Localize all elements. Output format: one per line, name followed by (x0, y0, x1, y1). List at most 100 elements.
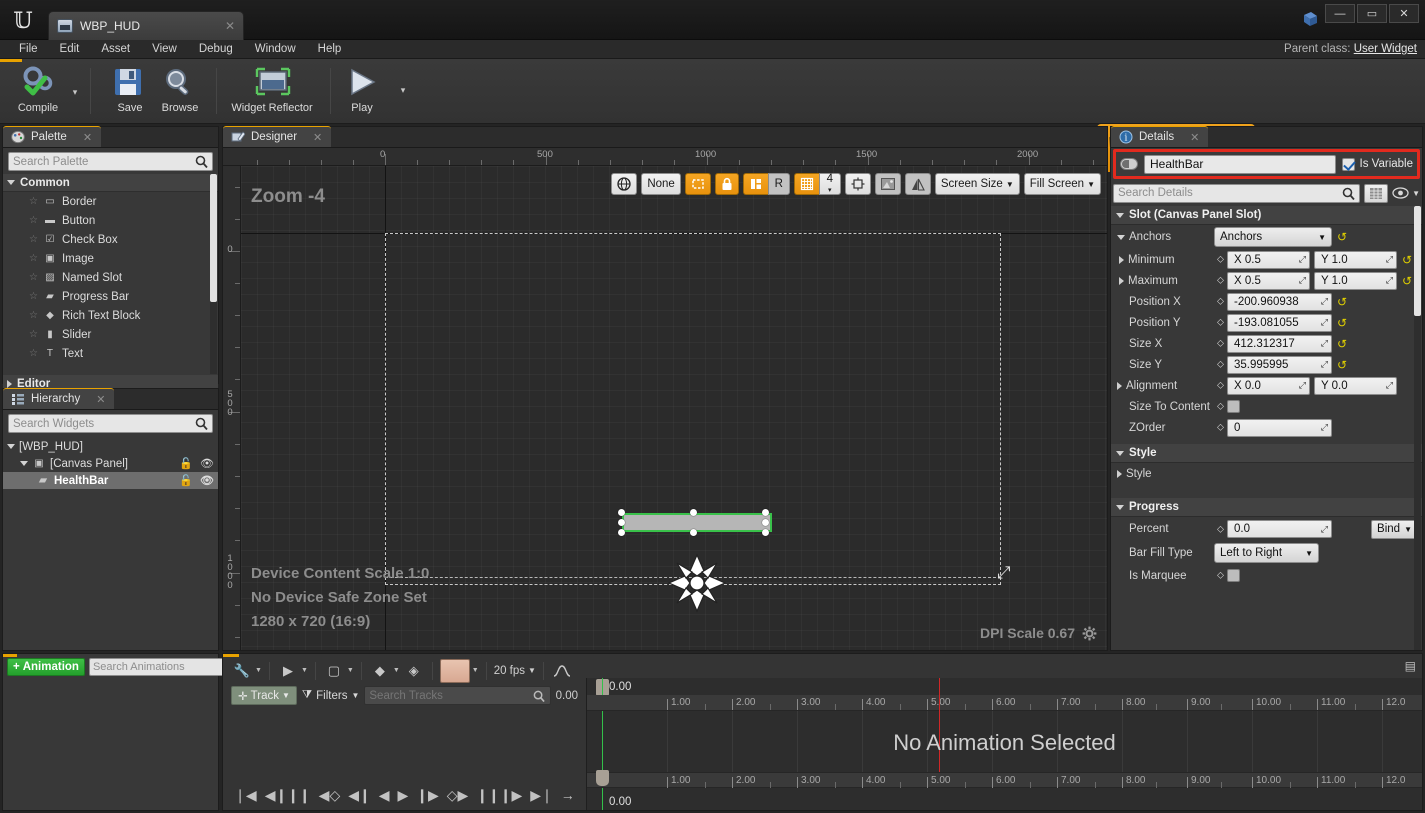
percent-field[interactable]: 0.0 ⤢ (1227, 520, 1332, 538)
parent-class-value[interactable]: User Widget (1354, 43, 1417, 55)
category-progress[interactable]: Progress (1111, 498, 1422, 517)
outline-toggle-icon[interactable] (684, 173, 711, 195)
chevron-down-icon[interactable]: ▼ (472, 667, 479, 674)
unlock-icon[interactable]: 🔓 (179, 474, 193, 487)
menu-debug[interactable]: Debug (188, 40, 244, 59)
position-x-field[interactable]: -200.960938 ⤢ (1227, 292, 1332, 311)
revert-icon[interactable]: ↺ (1336, 337, 1348, 351)
chevron-down-icon[interactable] (7, 444, 15, 449)
menu-view[interactable]: View (141, 40, 188, 59)
resize-icon[interactable] (742, 173, 768, 195)
globe-icon[interactable] (611, 173, 638, 195)
design-canvas[interactable]: Zoom -4 Device Content Scale 1:0 No Devi… (241, 166, 1107, 650)
fill-screen-dropdown[interactable]: Fill Screen ▼ (1023, 173, 1101, 195)
bar-fill-type-dropdown[interactable]: Left to Right ▼ (1214, 543, 1319, 563)
search-input[interactable] (13, 155, 195, 168)
palette-item-text[interactable]: ☆ T Text (3, 344, 218, 363)
favorite-star-icon[interactable]: ☆ (29, 215, 38, 226)
size-to-content-checkbox[interactable] (1227, 400, 1240, 413)
palette-scrollbar[interactable] (210, 174, 217, 374)
minimize-button[interactable]: — (1325, 4, 1355, 23)
is-marquee-checkbox[interactable] (1227, 569, 1240, 582)
size-x-field[interactable]: 412.312317 ⤢ (1227, 334, 1332, 353)
chevron-down-icon[interactable]: ▼ (301, 667, 308, 674)
close-icon[interactable]: ✕ (83, 131, 92, 144)
palette-item-progress-bar[interactable]: ☆ ▰ Progress Bar (3, 287, 218, 306)
chevron-down-icon[interactable]: ▼ (255, 667, 262, 674)
compile-dropdown-icon[interactable]: ▾ (68, 87, 82, 101)
search-input[interactable] (369, 689, 533, 702)
compile-button[interactable]: Compile (8, 62, 68, 120)
chevron-down-icon[interactable]: ▼ (393, 667, 400, 674)
spinner-icon[interactable]: ⤢ (1299, 380, 1306, 391)
is-variable-checkbox[interactable] (1341, 157, 1355, 171)
next-key-icon[interactable]: ◇▶ (447, 787, 469, 804)
spinner-icon[interactable]: ⤢ (1321, 338, 1328, 349)
maximize-button[interactable]: ▭ (1357, 4, 1387, 23)
palette-item-named-slot[interactable]: ☆ ▨ Named Slot (3, 268, 218, 287)
step-forward-frames-icon[interactable]: ❙❙❙▶ (476, 787, 522, 804)
revert-icon[interactable]: ↺ (1336, 358, 1348, 372)
spinner-icon[interactable]: ⤢ (1321, 359, 1328, 370)
asset-tab-wbp-hud[interactable]: WBP_HUD ✕ (48, 11, 244, 40)
resize-handle-tr[interactable] (762, 509, 769, 516)
spinner-icon[interactable]: ⤢ (1299, 275, 1306, 286)
wrench-icon[interactable]: 🔧 (231, 660, 253, 682)
details-visibility-dropdown[interactable]: ▼ (1392, 187, 1420, 199)
close-icon[interactable]: ✕ (1190, 131, 1199, 144)
playback-end-marker[interactable] (939, 678, 940, 772)
add-animation-button[interactable]: + Animation (7, 658, 85, 676)
details-search[interactable] (1113, 183, 1361, 203)
revert-icon[interactable]: ↺ (1401, 274, 1413, 288)
details-view-options-button[interactable] (1364, 183, 1389, 203)
resize-handle-tc[interactable] (690, 509, 697, 516)
grid-size-dropdown[interactable]: 4 ▾ (818, 173, 841, 195)
filters-button[interactable]: ⧩ Filters ▼ (302, 689, 360, 702)
revert-icon[interactable]: ↺ (1336, 295, 1348, 309)
rotate-toggle[interactable]: R (767, 173, 790, 195)
palette-item-check-box[interactable]: ☆ ☑ Check Box (3, 230, 218, 249)
palette-item-rich-text-block[interactable]: ☆ ◆ Rich Text Block (3, 306, 218, 325)
percent-bind-button[interactable]: Bind ▼ (1371, 519, 1418, 539)
details-scrollbar[interactable] (1414, 206, 1421, 316)
sequencer-timeline[interactable]: 0.00 1.00 2.00 3.00 4.00 5.00 6.00 7.00 … (586, 678, 1422, 810)
tree-row-canvas-panel[interactable]: ▣ [Canvas Panel] 🔓 👁 (3, 455, 218, 472)
favorite-star-icon[interactable]: ☆ (29, 196, 38, 207)
revert-icon[interactable]: ↺ (1401, 253, 1413, 267)
chevron-right-icon[interactable] (1117, 469, 1122, 478)
close-icon[interactable]: ✕ (313, 131, 322, 144)
alignment-x-field[interactable]: X 0.0 ⤢ (1227, 376, 1310, 395)
selected-widget-healthbar[interactable] (622, 513, 772, 532)
palette-item-border[interactable]: ☆ ▭ Border (3, 192, 218, 211)
favorite-star-icon[interactable]: ☆ (29, 348, 38, 359)
tab-hierarchy[interactable]: Hierarchy ✕ (3, 388, 115, 409)
save-button[interactable]: Save (104, 62, 156, 120)
alignment-y-field[interactable]: Y 0.0 ⤢ (1314, 376, 1397, 395)
revert-icon[interactable]: ↺ (1336, 230, 1348, 244)
size-y-field[interactable]: 35.995995 ⤢ (1227, 355, 1332, 374)
close-button[interactable]: ✕ (1389, 4, 1419, 23)
lock-icon[interactable] (714, 173, 739, 195)
favorite-star-icon[interactable]: ☆ (29, 310, 38, 321)
anchors-dropdown[interactable]: Anchors ▼ (1214, 227, 1332, 247)
step-back-icon[interactable]: ◀❙ (348, 787, 371, 804)
spinner-icon[interactable]: ⤢ (1321, 422, 1328, 433)
grid-icon[interactable] (793, 173, 819, 195)
resize-handle-bc[interactable] (690, 529, 697, 536)
revert-icon[interactable]: ↺ (1336, 316, 1348, 330)
menu-edit[interactable]: Edit (49, 40, 91, 59)
select-edit-mode-icon[interactable]: ▢ (323, 660, 345, 682)
widget-name-input[interactable] (1144, 154, 1336, 174)
key-interpolation-icon[interactable]: ◆ (369, 660, 391, 682)
jump-to-end-icon[interactable]: ▶❘ (530, 787, 553, 804)
eye-icon[interactable]: 👁 (200, 457, 214, 470)
preview-language-dropdown[interactable]: None (641, 173, 681, 195)
safezone-icon[interactable] (844, 173, 871, 195)
current-time-display[interactable]: 0.00 (556, 690, 584, 702)
spinner-icon[interactable]: ⤢ (1386, 254, 1393, 265)
favorite-star-icon[interactable]: ☆ (29, 272, 38, 283)
playhead-handle-bottom[interactable] (596, 770, 609, 786)
search-input[interactable] (13, 417, 195, 430)
auto-key-icon[interactable]: ◈ (403, 660, 425, 682)
favorite-star-icon[interactable]: ☆ (29, 234, 38, 245)
